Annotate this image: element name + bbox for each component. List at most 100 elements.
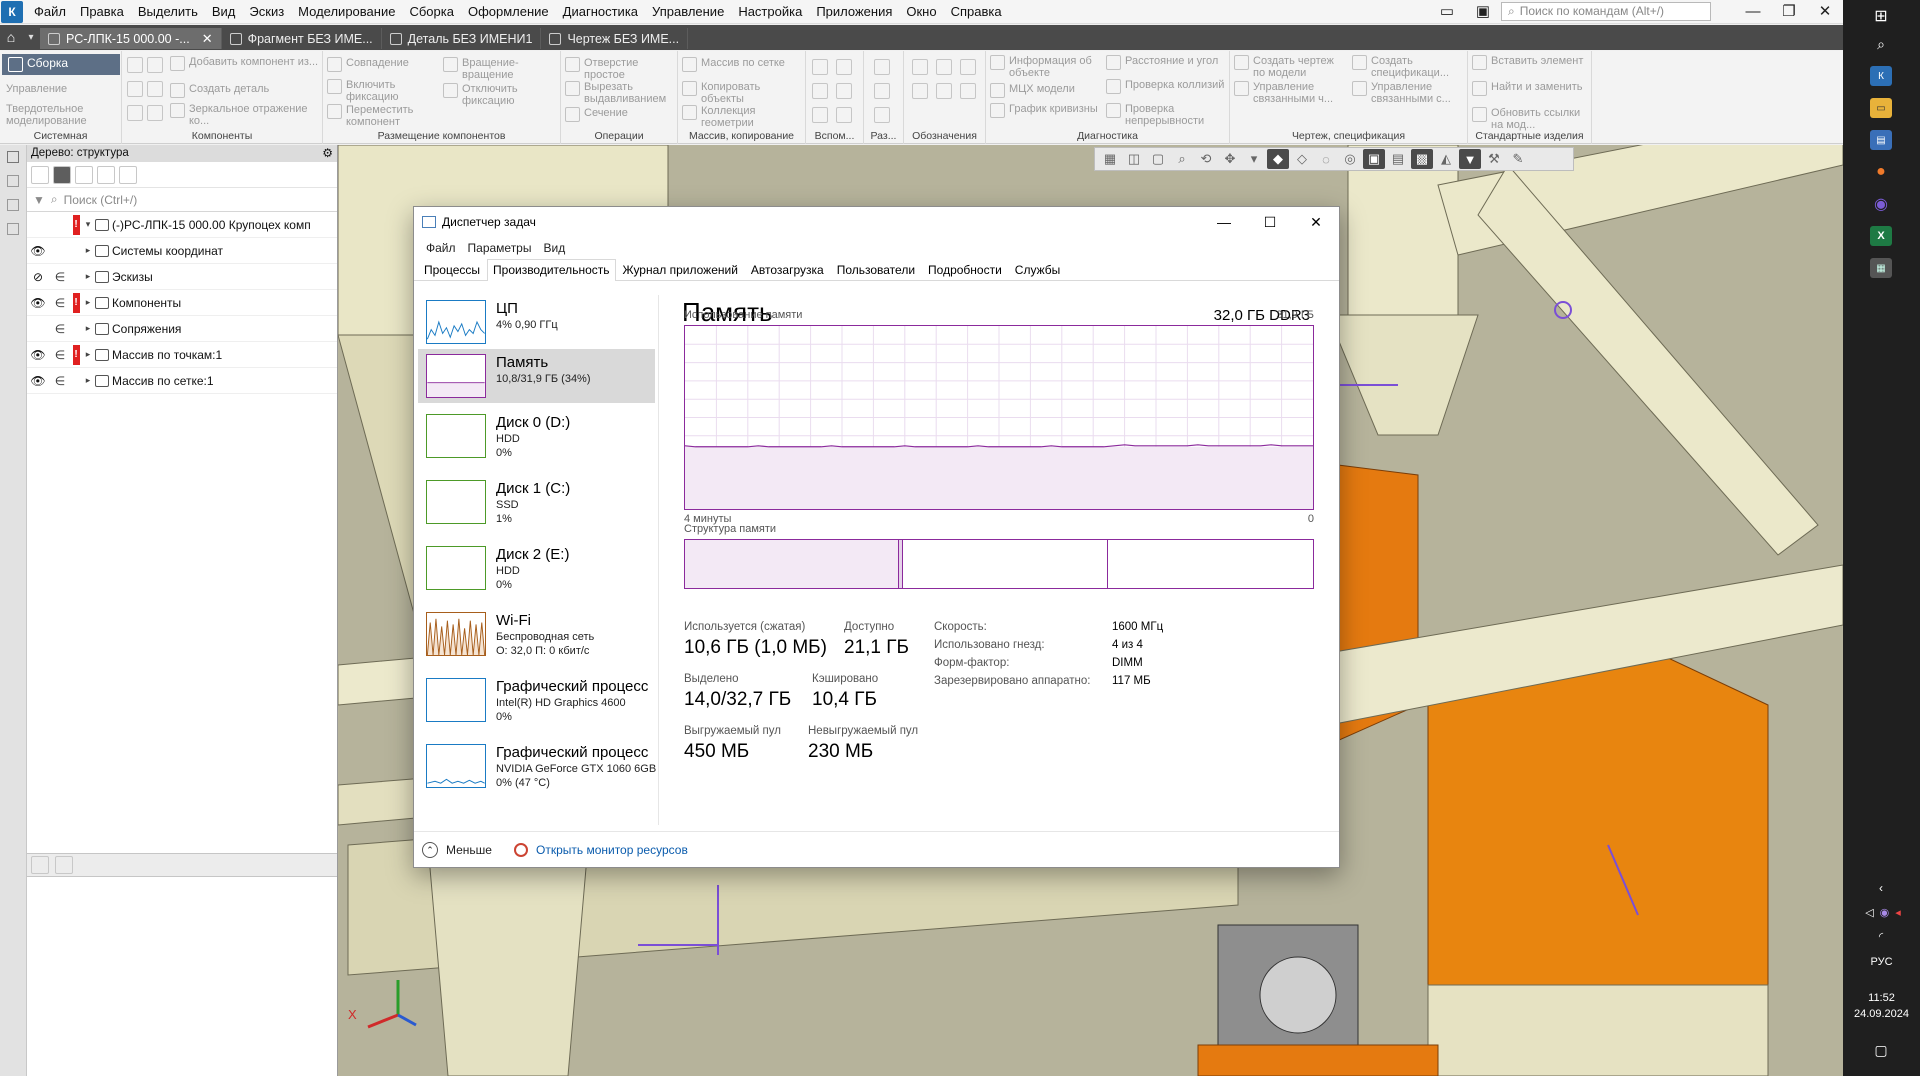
perf-item-disk0[interactable]: Диск 0 (D:) HDD 0% <box>418 409 655 465</box>
tree-structure-icon[interactable] <box>53 165 71 184</box>
tree-row-point-pattern[interactable]: 👁 ∈ ! ▸ Массив по точкам:1 <box>27 342 337 368</box>
menu-view[interactable]: Вид <box>205 0 243 24</box>
filter-icon[interactable]: ▼ <box>1459 149 1481 169</box>
curvature-button[interactable]: График кривизны <box>990 103 1100 118</box>
mirror-component-button[interactable]: Зеркальное отражение ко... <box>170 103 320 127</box>
view-frame-icon[interactable]: ▢ <box>1147 149 1169 169</box>
continuity-check-button[interactable]: Проверка непрерывности <box>1106 103 1228 127</box>
rotate-view-icon[interactable]: ⟲ <box>1195 149 1217 169</box>
mass-props-button[interactable]: МЦХ модели <box>990 83 1075 98</box>
restore-button[interactable]: ❐ <box>1771 0 1807 24</box>
home-icon[interactable]: ⌂ <box>0 25 22 50</box>
annotation-3-icon[interactable] <box>960 59 976 75</box>
close-button[interactable]: ✕ <box>1807 0 1843 24</box>
panel-toggle-icon[interactable] <box>7 151 19 163</box>
notifications-icon[interactable]: ▢ <box>1870 1040 1892 1060</box>
expand-arrow-icon[interactable]: ▸ <box>81 245 95 256</box>
annotation-icon[interactable] <box>912 59 928 75</box>
menu-diagnostics[interactable]: Диагностика <box>556 0 645 24</box>
dimension-icon[interactable] <box>874 59 890 75</box>
insert-element-button[interactable]: Вставить элемент <box>1472 55 1590 70</box>
speaker-icon[interactable]: ◂ <box>1895 906 1901 919</box>
tabs-dropdown-icon[interactable]: ▾ <box>22 32 40 43</box>
tab-details[interactable]: Подробности <box>922 260 1008 280</box>
visibility-icon[interactable]: 👁 <box>27 296 49 310</box>
expand-arrow-icon[interactable]: ▸ <box>81 297 95 308</box>
rotate-rotate-button[interactable]: Вращение-вращение <box>443 57 553 81</box>
hole-button[interactable]: Отверстие простое <box>565 57 675 81</box>
gear-icon[interactable]: ⚙ <box>322 145 333 162</box>
move-component-button[interactable]: Переместить компонент <box>327 104 437 128</box>
viber-tray-icon[interactable]: ◉ <box>1880 906 1890 919</box>
create-drawing-button[interactable]: Создать чертеж по модели <box>1234 55 1348 79</box>
tree-row-grid-pattern[interactable]: 👁 ∈ ▸ Массив по сетке:1 <box>27 368 337 394</box>
assembly-mode-button[interactable]: Сборка <box>2 54 120 75</box>
layers-icon[interactable]: ▤ <box>1387 149 1409 169</box>
tree-row-sketches[interactable]: ⊘ ∈ ▸ Эскизы <box>27 264 337 290</box>
command-search-input[interactable]: ⌕ Поиск по командам (Alt+/) <box>1501 2 1711 21</box>
perf-item-gpu1[interactable]: Графический процесс NVIDIA GeForce GTX 1… <box>418 739 656 795</box>
tree-list-icon[interactable] <box>97 165 115 184</box>
menu-edit[interactable]: Правка <box>73 0 131 24</box>
add-component-button[interactable]: Добавить компонент из... <box>170 56 320 71</box>
coincidence-button[interactable]: Совпадение <box>327 57 409 72</box>
tm-menu-view[interactable]: Вид <box>537 241 571 255</box>
network-icon[interactable]: ◜ <box>1870 926 1892 946</box>
chevron-left-icon[interactable]: ‹ <box>1870 878 1892 898</box>
tree-row-mates[interactable]: ∈ ▸ Сопряжения <box>27 316 337 342</box>
tab-startup[interactable]: Автозагрузка <box>745 260 830 280</box>
close-tab-icon[interactable]: ✕ <box>202 31 213 47</box>
cs-icon[interactable] <box>836 83 852 99</box>
quick-action-icon[interactable]: ▭ <box>1429 0 1465 24</box>
point-icon[interactable] <box>812 83 828 99</box>
perf-item-gpu0[interactable]: Графический процесс Intel(R) HD Graphics… <box>418 673 655 729</box>
pan-icon[interactable]: ✥ <box>1219 149 1241 169</box>
menu-file[interactable]: Файл <box>27 0 73 24</box>
viber-icon[interactable]: ◉ <box>1870 194 1892 214</box>
tab-performance[interactable]: Производительность <box>487 259 616 281</box>
tree-filter-icon[interactable] <box>75 165 93 184</box>
clock-time[interactable]: 11:52 <box>1843 992 1920 1004</box>
doc-tab-part[interactable]: Деталь БЕЗ ИМЕНИ1 <box>382 28 542 49</box>
menu-settings[interactable]: Настройка <box>731 0 809 24</box>
tm-minimize-button[interactable]: — <box>1201 214 1247 230</box>
annotation-6-icon[interactable] <box>960 83 976 99</box>
visibility-icon[interactable]: 👁 <box>27 348 49 362</box>
selection-icon[interactable]: ▩ <box>1411 149 1433 169</box>
excel-icon[interactable]: X <box>1870 226 1892 246</box>
plane-icon[interactable] <box>812 59 828 75</box>
mode-management-item[interactable]: Управление <box>6 83 67 95</box>
menu-management[interactable]: Управление <box>645 0 731 24</box>
curve-icon[interactable] <box>812 107 828 123</box>
language-indicator[interactable]: РУС <box>1843 956 1920 968</box>
hidden-icon[interactable]: ⊘ <box>27 270 49 284</box>
tab-services[interactable]: Службы <box>1009 260 1066 280</box>
surface-icon[interactable] <box>836 107 852 123</box>
tm-maximize-button[interactable]: ☐ <box>1247 214 1293 231</box>
linked-drawings-button[interactable]: Управление связанными ч... <box>1234 81 1348 105</box>
annotation-5-icon[interactable] <box>936 83 952 99</box>
menu-applications[interactable]: Приложения <box>809 0 899 24</box>
tm-menu-file[interactable]: Файл <box>420 241 462 255</box>
section-button[interactable]: Сечение <box>565 107 628 122</box>
expand-arrow-icon[interactable]: ▸ <box>81 271 95 282</box>
view-orient-icon[interactable]: ◫ <box>1123 149 1145 169</box>
file-explorer-icon[interactable]: ▭ <box>1870 98 1892 118</box>
tray-icons[interactable]: ◁ ◉ ◂ <box>1855 902 1911 922</box>
create-part-button[interactable]: Создать деталь <box>170 83 269 98</box>
task-manager-taskbar-icon[interactable]: ▦ <box>1870 258 1892 278</box>
grid-pattern-button[interactable]: Массив по сетке <box>682 57 785 72</box>
section-view-icon[interactable]: ▣ <box>1363 149 1385 169</box>
chevron-up-icon[interactable]: ⌃ <box>422 841 438 858</box>
copy-objects-button[interactable]: Копировать объекты <box>682 81 802 105</box>
component-5-icon[interactable] <box>127 105 143 121</box>
firefox-icon[interactable]: ● <box>1870 162 1892 182</box>
component-4-icon[interactable] <box>147 81 163 97</box>
component-3-icon[interactable] <box>127 81 143 97</box>
object-info-button[interactable]: Информация об объекте <box>990 55 1100 79</box>
tree-options-icon[interactable] <box>119 165 137 184</box>
tree-row-coordinate-systems[interactable]: 👁 ▸ Системы координат <box>27 238 337 264</box>
annotation-4-icon[interactable] <box>912 83 928 99</box>
tm-close-button[interactable]: ✕ <box>1293 214 1339 231</box>
search-icon[interactable]: ⌕ <box>1870 34 1892 54</box>
